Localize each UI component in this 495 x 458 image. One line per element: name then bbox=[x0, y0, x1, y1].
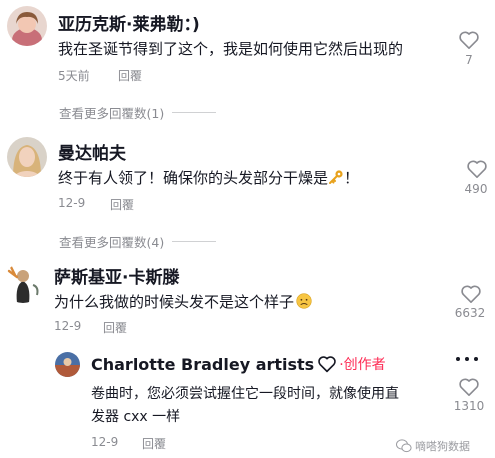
reply-button[interactable]: 回覆 bbox=[110, 196, 134, 213]
view-more-replies-label: 查看更多回覆数(1) bbox=[59, 106, 165, 121]
comment-text-part: ！ bbox=[344, 169, 360, 187]
comment-text-part: 为什么我做的时候头发不是这个样子 bbox=[54, 293, 295, 311]
like-button[interactable] bbox=[458, 377, 480, 397]
avatar[interactable] bbox=[7, 137, 47, 177]
watermark-text: 嘀嗒狗数据 bbox=[415, 440, 470, 453]
reply-button[interactable]: 回覆 bbox=[142, 435, 166, 452]
divider bbox=[172, 241, 217, 242]
like-button[interactable] bbox=[458, 30, 495, 50]
comment-author-name[interactable]: 亚历克斯·莱弗勒：) bbox=[58, 10, 200, 35]
like-button[interactable] bbox=[460, 284, 482, 304]
like-count: 490 bbox=[464, 182, 488, 196]
heart-outline-icon bbox=[318, 356, 336, 373]
comment-time: 5天前 bbox=[58, 69, 90, 83]
comment-text-part: 终于有人领了！确保你的头发部分干燥是 bbox=[58, 169, 329, 187]
avatar[interactable] bbox=[3, 263, 43, 303]
view-more-replies[interactable]: 查看更多回覆数(1) bbox=[59, 103, 217, 122]
avatar[interactable] bbox=[55, 352, 80, 377]
comment-text: 我在圣诞节得到了这个，我是如何使用它然后出现的 bbox=[58, 40, 404, 58]
reply-button[interactable]: 回覆 bbox=[118, 67, 142, 84]
heart-icon bbox=[467, 160, 487, 178]
key-emoji-icon bbox=[328, 169, 344, 189]
reply-author-label: Charlotte Bradley artists bbox=[91, 354, 315, 374]
reply-text-line: 发器 cxx 一样 bbox=[91, 409, 181, 425]
like-count: 1310 bbox=[453, 399, 485, 413]
reply-author-name[interactable]: Charlotte Bradley artists ·创作者 bbox=[91, 354, 386, 374]
wechat-icon bbox=[396, 439, 412, 453]
heart-icon bbox=[461, 285, 481, 303]
sad-face-emoji-icon bbox=[296, 292, 312, 313]
reply-button[interactable]: 回覆 bbox=[103, 319, 127, 336]
more-options-icon[interactable] bbox=[456, 357, 478, 361]
creator-badge: ·创作者 bbox=[339, 357, 386, 373]
heart-icon bbox=[459, 378, 479, 396]
comment-time: 12-9 bbox=[54, 319, 82, 333]
comment-author-name[interactable]: 曼达帕夫 bbox=[58, 139, 126, 164]
like-count: 6632 bbox=[454, 306, 486, 320]
like-count: 7 bbox=[465, 53, 473, 67]
comment-author-name[interactable]: 萨斯基亚·卡斯滕 bbox=[54, 263, 179, 288]
like-button[interactable] bbox=[466, 159, 488, 179]
view-more-replies[interactable]: 查看更多回覆数(4) bbox=[59, 232, 217, 251]
avatar[interactable] bbox=[7, 6, 47, 46]
comment-time: 12-9 bbox=[58, 196, 86, 210]
comment-text: 为什么我做的时候头发不是这个样子 bbox=[54, 291, 312, 313]
reply-text-line: 卷曲时，您必须尝试握住它一段时间，就像使用直 bbox=[91, 386, 399, 402]
comment-text: 终于有人领了！确保你的头发部分干燥是 ！ bbox=[58, 167, 359, 189]
reply-time: 12-9 bbox=[91, 435, 119, 449]
watermark: 嘀嗒狗数据 bbox=[396, 438, 470, 454]
view-more-replies-label: 查看更多回覆数(4) bbox=[59, 235, 165, 250]
heart-icon bbox=[459, 31, 479, 49]
divider bbox=[172, 112, 217, 113]
